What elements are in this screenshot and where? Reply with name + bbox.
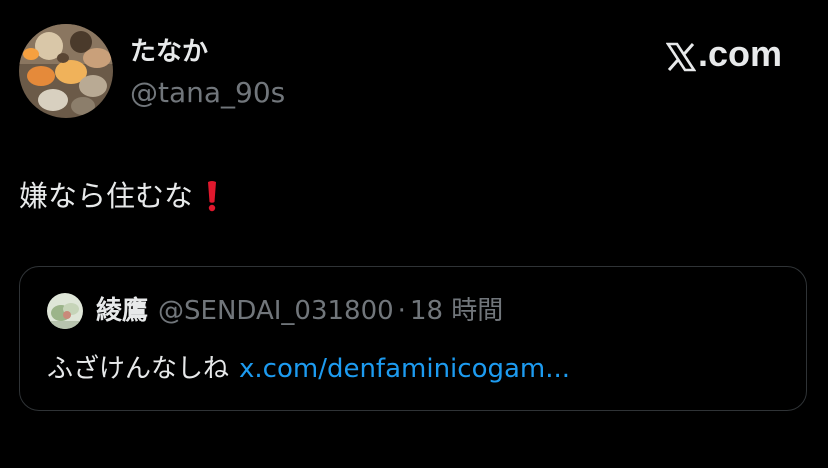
quoted-text: ふざけんなしね (47, 354, 230, 384)
tweet-text: 嫌なら住むな (19, 179, 194, 213)
quoted-handle[interactable]: @SENDAI_031800 (158, 293, 394, 329)
brand-link[interactable]: .com (665, 33, 782, 75)
author-avatar[interactable] (19, 24, 113, 118)
x-logo-icon (665, 39, 697, 72)
quoted-tweet[interactable]: 綾鷹 @SENDAI_031800 · 18 時間 ふざけんなしね x.com/d… (19, 266, 807, 411)
red-exclamation-icon (205, 180, 219, 212)
author-handle[interactable]: @tana_90s (130, 76, 285, 110)
tweet-card: たなか @tana_90s .com 嫌なら住むな 綾鷹 @SENDAI_031… (0, 0, 828, 468)
quoted-link[interactable]: x.com/denfaminicogam... (239, 354, 570, 384)
quoted-display-name[interactable]: 綾鷹 (96, 293, 148, 329)
small-avatar (47, 293, 83, 329)
quoted-author-avatar[interactable] (47, 293, 83, 329)
author-display-name[interactable]: たなか (130, 36, 208, 68)
food-photo-avatar (19, 24, 113, 118)
brand-label: .com (697, 33, 782, 74)
tweet-body: 嫌なら住むな (19, 178, 219, 214)
separator-dot: · (397, 296, 406, 326)
quoted-header: 綾鷹 @SENDAI_031800 · 18 時間 (96, 293, 503, 329)
quoted-body: ふざけんなしね x.com/denfaminicogam... (47, 351, 570, 387)
quoted-timestamp[interactable]: 18 時間 (410, 293, 503, 329)
